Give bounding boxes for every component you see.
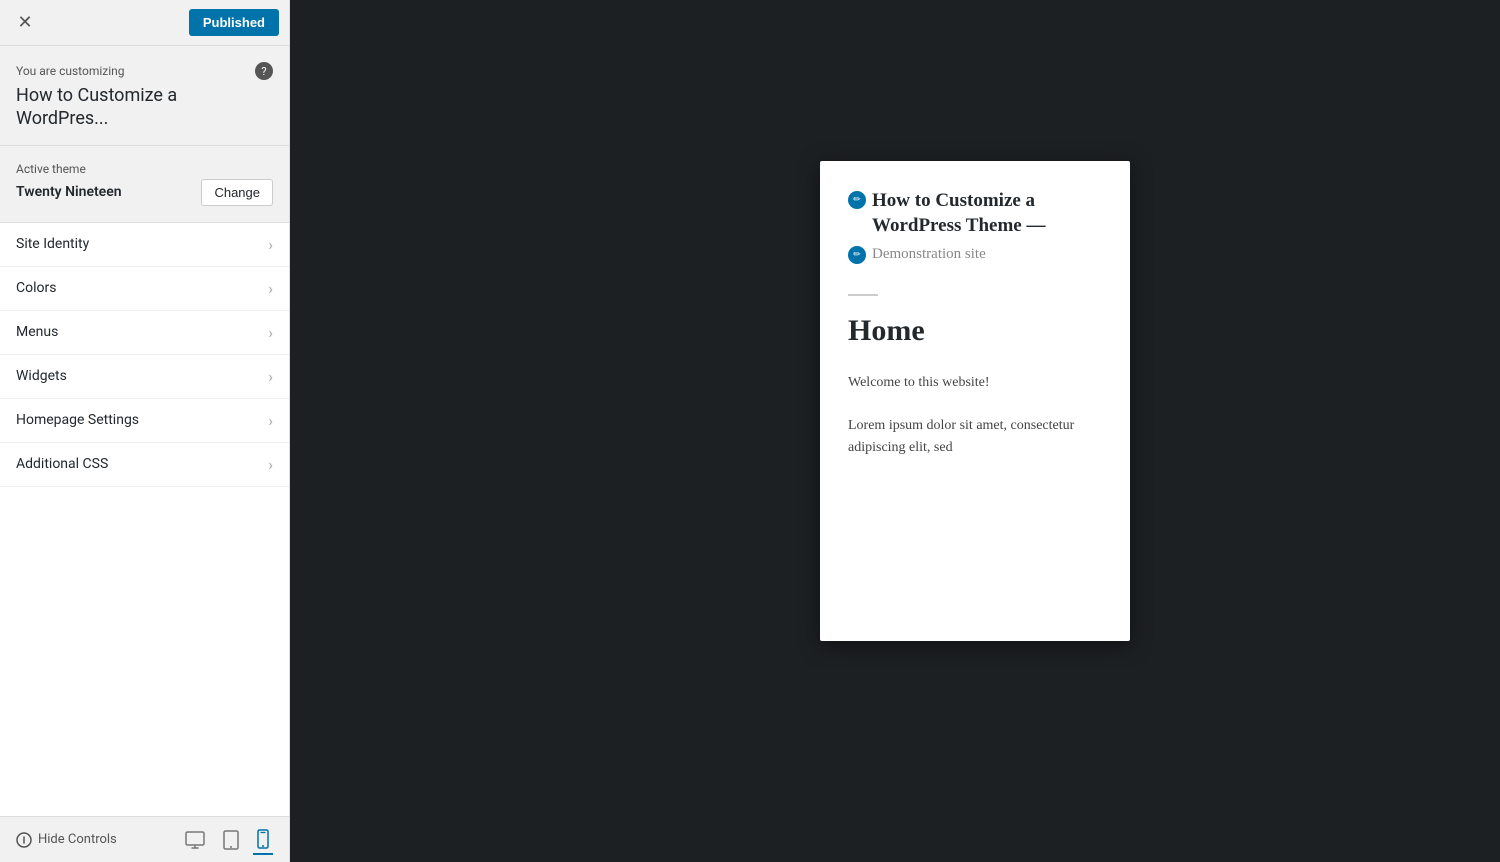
edit-site-title-icon[interactable] [848, 191, 866, 209]
preview-welcome-text: Welcome to this website! [848, 372, 1102, 394]
menu-item-homepage-settings-label: Homepage Settings [16, 412, 139, 428]
bottom-bar: Hide Controls [0, 816, 289, 862]
customizing-title: How to Customize a WordPres... [16, 84, 273, 131]
preview-area: How to Customize a WordPress Theme — Dem… [290, 0, 1500, 862]
preview-site-title: How to Customize a WordPress Theme — [872, 189, 1102, 238]
menu-item-widgets-label: Widgets [16, 368, 67, 384]
preview-tagline: Demonstration site [872, 246, 986, 263]
preview-divider [848, 294, 878, 296]
menu-item-additional-css-label: Additional CSS [16, 456, 108, 472]
topbar: ✕ Published [0, 0, 289, 46]
menu-item-additional-css[interactable]: Additional CSS › [0, 443, 289, 487]
chevron-right-icon-site-identity: › [268, 235, 273, 254]
preview-lorem-text: Lorem ipsum dolor sit amet, consectetur … [848, 415, 1102, 460]
chevron-right-icon-homepage-settings: › [268, 411, 273, 430]
menu-item-colors[interactable]: Colors › [0, 267, 289, 311]
menu-item-menus[interactable]: Menus › [0, 311, 289, 355]
preview-card: How to Customize a WordPress Theme — Dem… [820, 161, 1130, 641]
sidebar: ✕ Published You are customizing ? How to… [0, 0, 290, 862]
close-button[interactable]: ✕ [10, 8, 40, 38]
active-theme-label: Active theme [16, 162, 273, 176]
chevron-right-icon-colors: › [268, 279, 273, 298]
customizing-label: You are customizing [16, 64, 125, 78]
hide-controls-icon [16, 832, 32, 848]
preview-site-header: How to Customize a WordPress Theme — Dem… [848, 189, 1102, 264]
hide-controls-button[interactable]: Hide Controls [16, 832, 117, 848]
view-mobile-button[interactable] [253, 825, 273, 855]
menu-list: Site Identity › Colors › Menus › Widgets… [0, 223, 289, 862]
published-button[interactable]: Published [189, 9, 279, 36]
change-theme-button[interactable]: Change [201, 179, 273, 206]
customizing-section: You are customizing ? How to Customize a… [0, 46, 289, 146]
menu-item-homepage-settings[interactable]: Homepage Settings › [0, 399, 289, 443]
preview-page-title: Home [848, 314, 1102, 348]
active-theme-section: Active theme Twenty Nineteen Change [0, 146, 289, 223]
chevron-right-icon-additional-css: › [268, 455, 273, 474]
hide-controls-label: Hide Controls [38, 832, 117, 847]
menu-item-colors-label: Colors [16, 280, 56, 296]
menu-item-site-identity[interactable]: Site Identity › [0, 223, 289, 267]
view-tablet-button[interactable] [219, 826, 243, 854]
menu-item-site-identity-label: Site Identity [16, 236, 89, 252]
chevron-right-icon-menus: › [268, 323, 273, 342]
menu-item-menus-label: Menus [16, 324, 58, 340]
view-desktop-button[interactable] [181, 827, 209, 853]
help-icon[interactable]: ? [255, 62, 273, 80]
chevron-right-icon-widgets: › [268, 367, 273, 386]
edit-tagline-icon[interactable] [848, 246, 866, 264]
menu-item-widgets[interactable]: Widgets › [0, 355, 289, 399]
active-theme-name: Twenty Nineteen [16, 184, 122, 200]
view-icons [181, 825, 273, 855]
